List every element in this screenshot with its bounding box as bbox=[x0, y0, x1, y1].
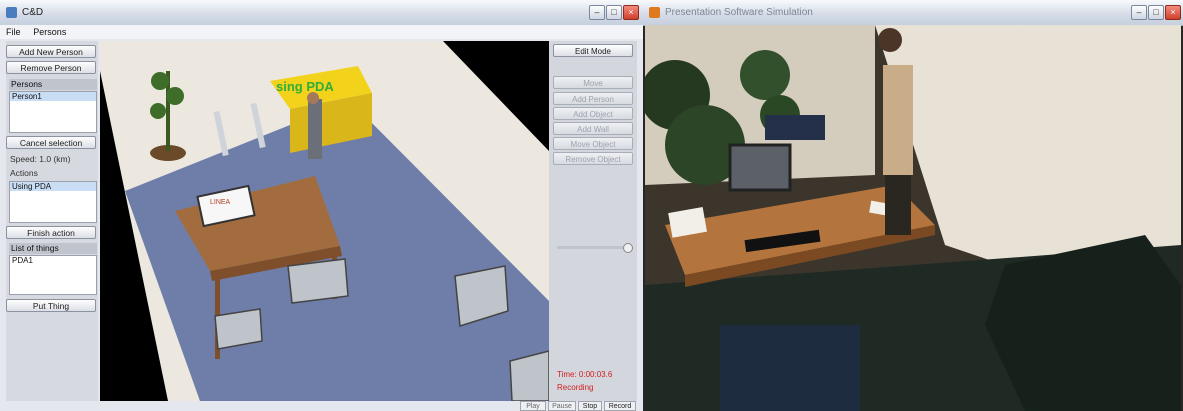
play-button[interactable]: Play bbox=[520, 401, 546, 411]
persons-header: Persons bbox=[9, 79, 97, 90]
sign-text: sing PDA bbox=[276, 79, 334, 94]
app-icon bbox=[6, 7, 17, 18]
move-object-button[interactable]: Move Object bbox=[553, 137, 633, 150]
remove-person-button[interactable]: Remove Person bbox=[6, 61, 96, 74]
scene-3d-view: LINEA sing PDA bbox=[100, 41, 549, 401]
scene-viewport[interactable]: LINEA sing PDA bbox=[100, 41, 549, 401]
video-close-icon[interactable]: × bbox=[1165, 5, 1181, 20]
video-frame bbox=[645, 25, 1181, 411]
video-minimize-icon[interactable]: – bbox=[1131, 5, 1147, 20]
actions-list[interactable]: Using PDA bbox=[9, 181, 97, 223]
put-thing-button[interactable]: Put Thing bbox=[6, 299, 96, 312]
slider-thumb[interactable] bbox=[623, 243, 633, 253]
list-item[interactable]: PDA1 bbox=[10, 256, 96, 265]
add-wall-button[interactable]: Add Wall bbox=[553, 122, 633, 135]
monitor-text: LINEA bbox=[210, 199, 231, 206]
maximize-icon[interactable]: □ bbox=[606, 5, 622, 20]
office-video-image bbox=[645, 25, 1181, 411]
remove-object-button[interactable]: Remove Object bbox=[553, 152, 633, 165]
video-window-title: Presentation Software Simulation bbox=[665, 7, 813, 18]
menu-file[interactable]: File bbox=[6, 27, 21, 37]
slider-track[interactable] bbox=[557, 246, 627, 249]
cancel-selection-button[interactable]: Cancel selection bbox=[6, 136, 96, 149]
move-button[interactable]: Move bbox=[553, 76, 633, 89]
minimize-icon[interactable]: – bbox=[589, 5, 605, 20]
bottom-bar: Play Pause Stop Record bbox=[0, 401, 643, 411]
pause-button[interactable]: Pause bbox=[548, 401, 576, 411]
persons-list[interactable]: Person1 bbox=[9, 91, 97, 133]
time-readout: Time: 0:00:03.6 bbox=[557, 370, 613, 379]
window-title: C&D bbox=[22, 7, 44, 18]
status-text: Recording bbox=[557, 383, 594, 392]
video-titlebar: Presentation Software Simulation – □ × bbox=[643, 0, 1183, 26]
list-item[interactable]: Using PDA bbox=[10, 182, 96, 191]
speed-label: Speed: 1.0 (km) bbox=[10, 154, 71, 164]
finish-action-button[interactable]: Finish action bbox=[6, 226, 96, 239]
add-object-button[interactable]: Add Object bbox=[553, 107, 633, 120]
video-maximize-icon[interactable]: □ bbox=[1148, 5, 1164, 20]
video-window: Presentation Software Simulation – □ × bbox=[643, 0, 1183, 411]
menubar: File Persons bbox=[0, 25, 643, 39]
video-app-icon bbox=[649, 7, 660, 18]
list-item[interactable]: Person1 bbox=[10, 92, 96, 101]
things-header: List of things bbox=[9, 243, 97, 254]
avatar-body bbox=[308, 99, 322, 159]
things-list[interactable]: PDA1 bbox=[9, 255, 97, 295]
close-icon[interactable]: × bbox=[623, 5, 639, 20]
add-person-tool-button[interactable]: Add Person bbox=[553, 92, 633, 105]
simulator-titlebar: C&D – □ × bbox=[0, 0, 643, 26]
edit-mode-button[interactable]: Edit Mode bbox=[553, 44, 633, 57]
simulator-window: C&D – □ × File Persons Add New Person Re… bbox=[0, 0, 643, 411]
stop-button[interactable]: Stop bbox=[578, 401, 602, 411]
actions-label: Actions bbox=[10, 168, 38, 178]
add-person-button[interactable]: Add New Person bbox=[6, 45, 96, 58]
menu-persons[interactable]: Persons bbox=[33, 27, 66, 37]
record-button[interactable]: Record bbox=[604, 401, 636, 411]
